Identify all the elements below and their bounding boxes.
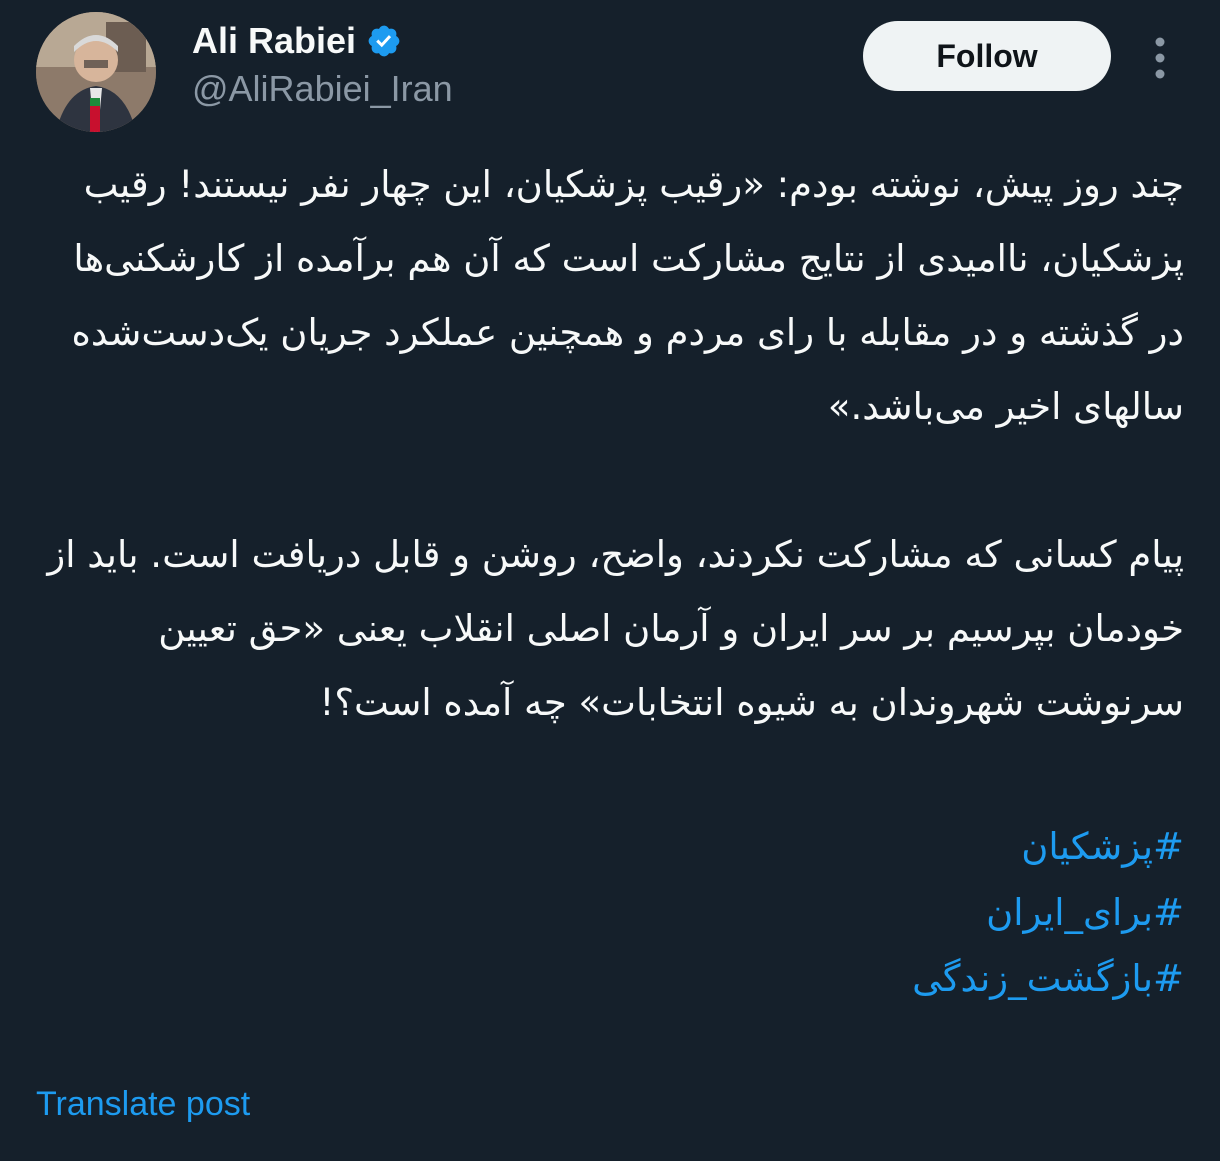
follow-button[interactable]: Follow: [863, 21, 1111, 91]
tweet-paragraph-1: چند روز پیش، نوشته بودم: «رقیب پزشکیان، …: [71, 163, 1184, 428]
profile-photo: [36, 12, 156, 132]
hashtag-link[interactable]: #پزشکیان: [36, 814, 1184, 880]
avatar[interactable]: [36, 12, 156, 132]
author-handle[interactable]: @AliRabiei_Iran: [192, 68, 453, 110]
tweet-paragraph-2: پیام کسانی که مشارکت نکردند، واضح، روشن …: [47, 533, 1184, 724]
tweet-text: چند روز پیش، نوشته بودم: «رقیب پزشکیان، …: [36, 148, 1184, 1012]
author-display-name[interactable]: Ali Rabiei: [192, 20, 356, 62]
translate-post-link[interactable]: Translate post: [36, 1082, 250, 1126]
more-options-button[interactable]: [1140, 30, 1180, 86]
hashtag-link[interactable]: #برای_ایران: [36, 880, 1184, 946]
more-vertical-icon: [1155, 37, 1165, 79]
hashtag-link[interactable]: #بازگشت_زندگی: [36, 946, 1184, 1012]
tweet-header: Ali Rabiei @AliRabiei_Iran Follow: [0, 0, 1220, 140]
verified-badge-icon: [366, 23, 402, 59]
author-name[interactable]: Ali Rabiei: [192, 20, 402, 62]
hashtag-list: #پزشکیان #برای_ایران #بازگشت_زندگی: [36, 814, 1184, 1012]
